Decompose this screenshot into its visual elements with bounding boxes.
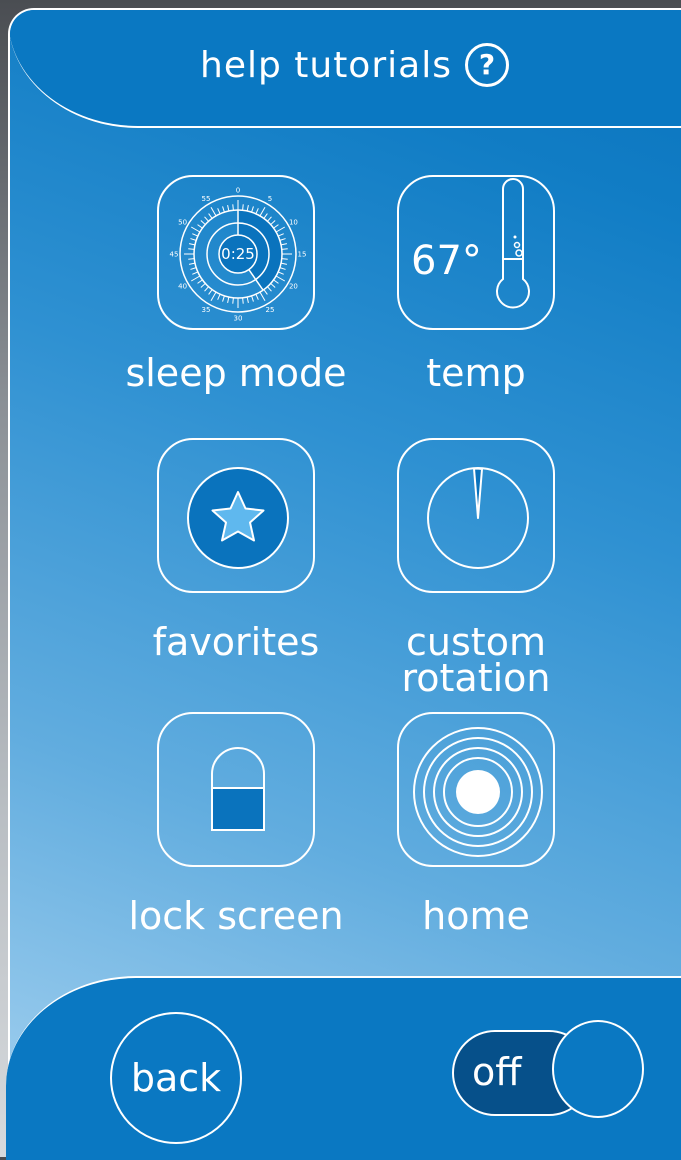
- dial-tick: [222, 206, 225, 213]
- dial-number: 25: [266, 306, 275, 314]
- dial-tick: [232, 297, 234, 304]
- dial-number: 45: [170, 251, 179, 259]
- dial-number: 30: [234, 315, 243, 323]
- dial-tick: [227, 204, 230, 212]
- dial-tick: [217, 293, 221, 300]
- dial-tick: [280, 262, 288, 265]
- dial-tick: [270, 220, 276, 225]
- lock-screen-label: lock screen: [128, 894, 344, 938]
- dial-tick: [275, 275, 286, 282]
- temperature-value: 67°: [411, 238, 482, 284]
- dial-number: 20: [289, 283, 298, 291]
- dial-tick: [280, 243, 288, 246]
- dial-tick: [190, 275, 201, 282]
- question-mark-icon[interactable]: ?: [465, 43, 509, 87]
- toggle-knob[interactable]: [552, 1020, 644, 1118]
- dial-tick: [279, 267, 286, 270]
- dial-tick: [204, 216, 209, 222]
- dial-number: 35: [202, 306, 211, 314]
- dial-tick: [246, 204, 249, 212]
- page-title: help tutorials: [200, 44, 452, 86]
- custom-rotation-button[interactable]: [397, 438, 555, 593]
- dial-tick: [232, 204, 234, 211]
- dial-tick: [251, 295, 254, 302]
- back-button[interactable]: back: [110, 1012, 242, 1144]
- custom-rotation-label-line2: rotation: [401, 656, 551, 700]
- sleep-mode-button[interactable]: 0 5 10 15 20 25 30 35 40 45 50 55 0:25: [157, 175, 315, 330]
- dial-tick: [242, 297, 244, 304]
- dial-tick: [255, 293, 259, 300]
- dial-tick: [279, 238, 286, 241]
- dial-tick: [222, 295, 225, 302]
- custom-rotation-label: custom rotation: [387, 620, 565, 700]
- dial-tick: [210, 291, 217, 302]
- dial-tick: [190, 238, 197, 241]
- lock-icon: [211, 747, 265, 831]
- dial-tick: [192, 233, 199, 237]
- toggle-label: off: [472, 1050, 522, 1094]
- dial-number: 0: [236, 187, 240, 195]
- dial-tick: [197, 279, 203, 284]
- dial-tick: [263, 213, 268, 219]
- dial-tick: [188, 243, 196, 246]
- lock-screen-button[interactable]: [157, 712, 315, 867]
- dial-tick: [255, 208, 259, 215]
- dial-tick: [259, 206, 266, 217]
- rotation-pie-icon: [427, 467, 529, 569]
- dial-number: 50: [178, 219, 187, 227]
- star-icon: [187, 467, 289, 569]
- home-label: home: [422, 894, 530, 938]
- timer-display: 0:25: [221, 245, 255, 263]
- sleep-mode-label: sleep mode: [125, 351, 347, 395]
- dial-tick: [281, 258, 288, 260]
- dial-tick: [267, 286, 272, 292]
- dial-number: 15: [298, 251, 307, 259]
- dial-tick: [273, 279, 279, 284]
- home-button[interactable]: [397, 712, 555, 867]
- dial-tick: [190, 226, 201, 233]
- dial-tick: [259, 291, 266, 302]
- dial-tick: [273, 224, 279, 229]
- temp-label: temp: [426, 351, 526, 395]
- dial-tick: [242, 204, 244, 211]
- dial-tick: [210, 206, 217, 217]
- dial-tick: [277, 233, 284, 237]
- dial-number: 10: [289, 219, 298, 227]
- dial-tick: [263, 289, 268, 295]
- off-toggle[interactable]: off: [452, 1020, 644, 1118]
- concentric-circles-icon: [413, 727, 543, 857]
- dial-tick: [190, 267, 197, 270]
- favorites-button[interactable]: [157, 438, 315, 593]
- custom-rotation-label-line1: custom: [406, 620, 546, 664]
- dial-number: 55: [202, 195, 211, 203]
- dial-tick: [204, 286, 209, 292]
- dial-tick: [227, 296, 230, 304]
- dial-tick: [208, 213, 213, 219]
- dial-tick: [192, 271, 199, 275]
- dial-tick: [267, 216, 272, 222]
- dial-tick: [281, 248, 288, 250]
- dial-tick: [188, 248, 195, 250]
- dial-tick: [200, 283, 206, 288]
- dial-tick: [217, 208, 221, 215]
- dial-tick: [188, 258, 195, 260]
- dial-tick: [200, 220, 206, 225]
- dial-tick: [197, 224, 203, 229]
- dial-number: 40: [178, 283, 187, 291]
- dial-tick: [188, 262, 196, 265]
- dial-tick: [251, 206, 254, 213]
- favorites-label: favorites: [152, 620, 320, 664]
- dial-tick: [270, 283, 276, 288]
- dial-tick: [246, 296, 249, 304]
- temp-button[interactable]: 67°: [397, 175, 555, 330]
- dial-number: 5: [268, 195, 272, 203]
- dial-tick: [277, 271, 284, 275]
- dial-tick: [208, 289, 213, 295]
- dial-tick: [275, 226, 286, 233]
